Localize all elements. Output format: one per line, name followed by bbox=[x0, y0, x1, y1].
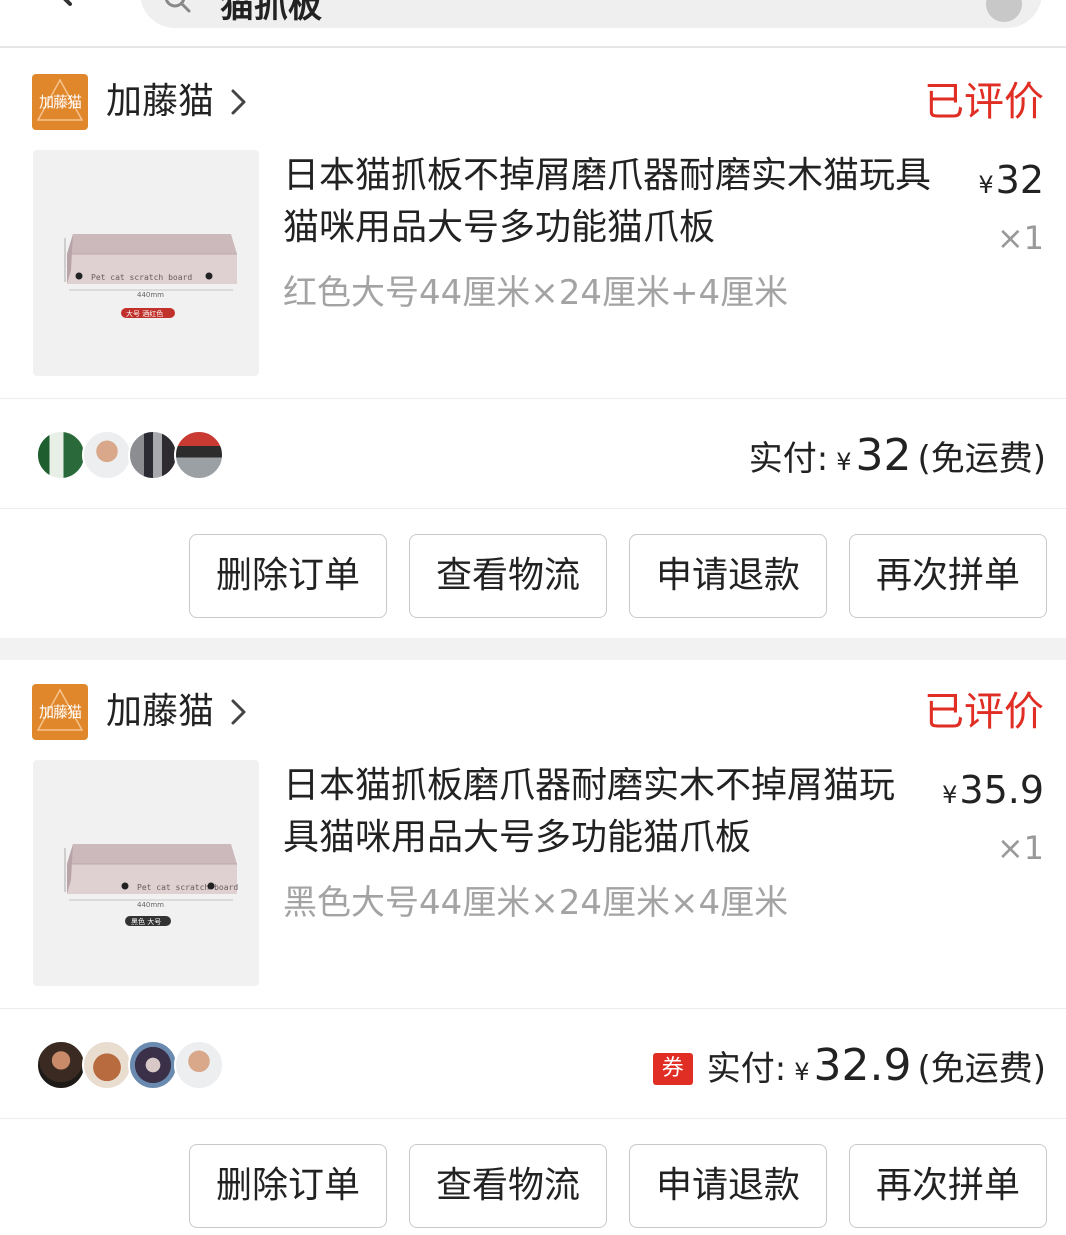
search-query-text: 猫抓板 bbox=[220, 0, 322, 26]
shipping-note: (免运费) bbox=[917, 439, 1046, 479]
product-title[interactable]: 日本猫抓板不掉屑磨爪器耐磨实木猫玩具猫咪用品大号多功能猫爪板 bbox=[283, 150, 953, 254]
avatar bbox=[82, 430, 132, 480]
svg-text:黑色 大号: 黑色 大号 bbox=[131, 917, 161, 926]
paid-label: 实付: bbox=[706, 1049, 787, 1089]
product-price: ¥32 bbox=[978, 158, 1044, 202]
request-refund-button[interactable]: 申请退款 bbox=[629, 1144, 827, 1228]
delete-order-button[interactable]: 删除订单 bbox=[189, 1144, 387, 1228]
group-buyer-avatars[interactable] bbox=[36, 1040, 224, 1090]
paid-summary: 实付: ¥ 32 (免运费) bbox=[749, 428, 1046, 490]
paid-amount: 32.9 bbox=[813, 1040, 912, 1091]
top-bar: 猫抓板 bbox=[0, 0, 1066, 48]
card-separator bbox=[0, 638, 1066, 660]
svg-text:大号 酒红色: 大号 酒红色 bbox=[126, 309, 163, 318]
avatar bbox=[128, 1040, 178, 1090]
group-buyer-avatars[interactable] bbox=[36, 430, 224, 480]
search-icon bbox=[164, 0, 191, 13]
order-card: 加藤猫 加藤猫 已评价 Pet cat scratch board 440mm … bbox=[0, 660, 1066, 1235]
product-quantity: ×1 bbox=[996, 829, 1044, 867]
reorder-button[interactable]: 再次拼单 bbox=[849, 1144, 1047, 1228]
currency-symbol: ¥ bbox=[794, 1058, 810, 1086]
paid-amount: 32 bbox=[855, 430, 912, 481]
order-status: 已评价 bbox=[924, 79, 1044, 125]
chevron-right-icon bbox=[231, 699, 246, 725]
product-quantity: ×1 bbox=[996, 219, 1044, 257]
currency-symbol: ¥ bbox=[836, 448, 852, 476]
product-spec: 黑色大号44厘米×24厘米×4厘米 bbox=[283, 883, 789, 923]
view-logistics-button[interactable]: 查看物流 bbox=[409, 534, 607, 618]
avatar bbox=[174, 430, 224, 480]
product-spec: 红色大号44厘米×24厘米+4厘米 bbox=[283, 273, 789, 313]
shop-link[interactable]: 加藤猫 加藤猫 bbox=[32, 74, 250, 130]
product-price: ¥35.9 bbox=[942, 768, 1044, 812]
avatar bbox=[36, 1040, 86, 1090]
svg-text:Pet cat scratch board: Pet cat scratch board bbox=[91, 273, 192, 282]
coupon-icon: 券 bbox=[652, 1053, 693, 1085]
divider bbox=[0, 1118, 1066, 1119]
search-input[interactable]: 猫抓板 bbox=[140, 0, 1042, 28]
avatar bbox=[36, 430, 86, 480]
delete-order-button[interactable]: 删除订单 bbox=[189, 534, 387, 618]
shop-link[interactable]: 加藤猫 加藤猫 bbox=[32, 684, 250, 740]
product-thumbnail[interactable]: Pet cat scratch board 440mm 黑色 大号 bbox=[33, 760, 259, 986]
svg-text:Pet cat scratch board: Pet cat scratch board bbox=[137, 883, 238, 892]
order-card: 加藤猫 加藤猫 已评价 Pet cat scratch board 440mm … bbox=[0, 50, 1066, 640]
shop-logo: 加藤猫 bbox=[32, 684, 88, 740]
svg-text:440mm: 440mm bbox=[137, 291, 164, 299]
divider bbox=[0, 398, 1066, 399]
chevron-right-icon bbox=[231, 89, 246, 115]
avatar bbox=[82, 1040, 132, 1090]
product-title[interactable]: 日本猫抓板磨爪器耐磨实木不掉屑猫玩具猫咪用品大号多功能猫爪板 bbox=[283, 760, 913, 864]
order-actions: 删除订单 查看物流 申请退款 再次拼单 bbox=[0, 1144, 1066, 1228]
svg-text:440mm: 440mm bbox=[137, 901, 164, 909]
cat-scratch-board-image: Pet cat scratch board 440mm 大号 酒红色 bbox=[64, 234, 237, 318]
clear-search-icon[interactable] bbox=[986, 0, 1022, 22]
paid-summary: 券 实付: ¥ 32.9 (免运费) bbox=[652, 1038, 1046, 1100]
paid-label: 实付: bbox=[748, 439, 829, 479]
cat-scratch-board-image: Pet cat scratch board 440mm 黑色 大号 bbox=[64, 844, 238, 926]
reorder-button[interactable]: 再次拼单 bbox=[849, 534, 1047, 618]
order-status: 已评价 bbox=[924, 689, 1044, 735]
product-thumbnail[interactable]: Pet cat scratch board 440mm 大号 酒红色 bbox=[33, 150, 259, 376]
order-actions: 删除订单 查看物流 申请退款 再次拼单 bbox=[0, 534, 1066, 618]
divider bbox=[0, 508, 1066, 509]
shop-logo: 加藤猫 bbox=[32, 74, 88, 130]
request-refund-button[interactable]: 申请退款 bbox=[629, 534, 827, 618]
avatar bbox=[174, 1040, 224, 1090]
shop-name: 加藤猫 bbox=[106, 81, 215, 122]
back-arrow-icon[interactable] bbox=[40, 0, 80, 10]
view-logistics-button[interactable]: 查看物流 bbox=[409, 1144, 607, 1228]
avatar bbox=[128, 430, 178, 480]
shop-name: 加藤猫 bbox=[106, 691, 215, 732]
divider bbox=[0, 1008, 1066, 1009]
shipping-note: (免运费) bbox=[917, 1049, 1046, 1089]
